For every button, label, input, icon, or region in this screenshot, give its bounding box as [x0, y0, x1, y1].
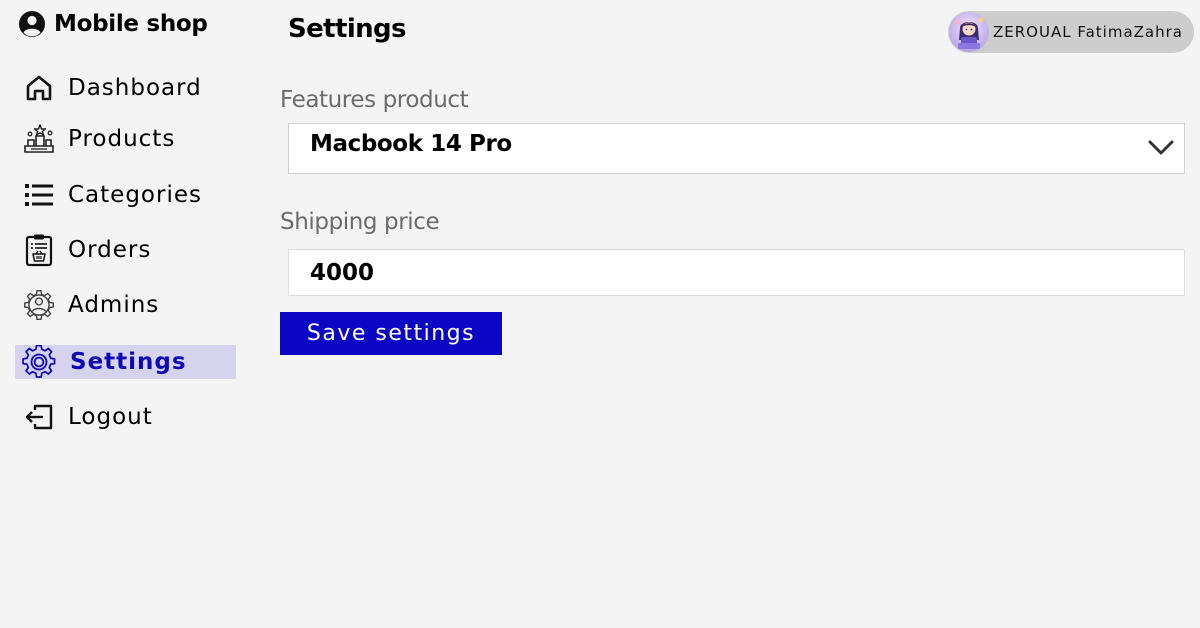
sidebar-item-label: Products — [68, 126, 176, 152]
sidebar-item-label: Settings — [70, 349, 187, 375]
products-icon — [22, 122, 56, 156]
gear-icon — [22, 345, 56, 379]
shipping-price-input[interactable] — [288, 249, 1185, 296]
clipboard-basket-icon — [22, 233, 56, 267]
featured-product-select[interactable]: Macbook 14 Pro — [288, 123, 1185, 174]
featured-product-label: Features product — [280, 87, 469, 113]
sidebar-item-label: Dashboard — [68, 75, 202, 101]
avatar — [949, 12, 989, 52]
home-icon — [22, 71, 56, 105]
sidebar-item-label: Admins — [68, 292, 160, 318]
sidebar-item-label: Categories — [68, 182, 202, 208]
chevron-down-icon — [1148, 139, 1174, 157]
sidebar-item-admins[interactable]: Admins — [15, 288, 236, 322]
shipping-price-label: Shipping price — [280, 209, 440, 235]
sidebar-item-orders[interactable]: Orders — [15, 233, 236, 267]
user-name: ZEROUAL FatimaZahra — [993, 23, 1183, 41]
sidebar-item-dashboard[interactable]: Dashboard — [15, 71, 236, 105]
brand-name: Mobile shop — [54, 11, 208, 37]
save-settings-button[interactable]: Save settings — [280, 312, 502, 355]
sidebar-item-settings[interactable]: Settings — [15, 345, 236, 379]
sidebar-item-label: Logout — [68, 404, 153, 430]
admin-gear-icon — [22, 288, 56, 322]
list-icon — [22, 178, 56, 212]
sidebar-item-categories[interactable]: Categories — [15, 178, 236, 212]
logout-icon — [22, 400, 56, 434]
sidebar-item-label: Orders — [68, 237, 152, 263]
page-title: Settings — [288, 14, 407, 44]
sidebar-item-logout[interactable]: Logout — [15, 400, 236, 434]
sidebar: Mobile shop Dashboard Products Categorie… — [0, 0, 250, 628]
sidebar-item-products[interactable]: Products — [15, 122, 236, 156]
brand[interactable]: Mobile shop — [18, 10, 208, 38]
user-menu[interactable]: ZEROUAL FatimaZahra — [948, 11, 1194, 53]
featured-product-value: Macbook 14 Pro — [310, 131, 512, 157]
account-circle-icon — [18, 10, 46, 38]
